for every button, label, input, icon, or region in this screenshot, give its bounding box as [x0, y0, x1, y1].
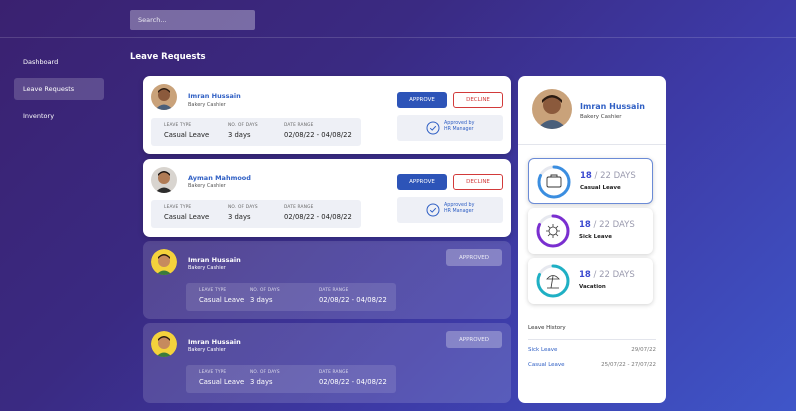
history-dates: 25/07/22 - 27/07/22 — [601, 362, 656, 368]
search-input[interactable] — [130, 10, 255, 30]
briefcase-icon — [546, 174, 562, 188]
employee-role: Bakery Cashier — [188, 183, 226, 189]
balance-type: Sick Leave — [579, 234, 612, 240]
progress-ring — [537, 165, 571, 199]
leave-request-card: Imran Hussain Bakery Cashier LEAVE TYPE … — [143, 76, 511, 154]
employee-name: Imran Hussain — [188, 338, 241, 346]
leave-type-label: LEAVE TYPE — [164, 205, 192, 210]
date-range-label: DATE RANGE — [284, 205, 314, 210]
days-value: 3 days — [228, 131, 251, 139]
balance-days: 18 / 22 DAYS — [579, 220, 635, 230]
balance-type: Vacation — [579, 284, 606, 290]
approved-by-text: Approved by HR Manager — [444, 203, 475, 214]
leave-type-label: LEAVE TYPE — [199, 288, 227, 293]
date-range-value: 02/08/22 - 04/08/22 — [284, 131, 352, 139]
leave-details: LEAVE TYPE NO. OF DAYS DATE RANGE Casual… — [186, 283, 396, 311]
profile-avatar — [532, 89, 572, 129]
divider — [528, 339, 656, 340]
approved-by-text: Approved by HR Manager — [444, 121, 475, 132]
leave-request-card: Ayman Mahmood Bakery Cashier LEAVE TYPE … — [143, 159, 511, 237]
leave-balance-casual[interactable]: 18 / 22 DAYS Casual Leave — [528, 158, 653, 204]
employee-role: Bakery Cashier — [188, 102, 226, 108]
beach-icon — [546, 275, 560, 289]
leave-history-title: Leave History — [528, 325, 566, 331]
sidebar: Dashboard Leave Requests Inventory — [14, 52, 104, 132]
leave-request-card: Imran Hussain Bakery Cashier LEAVE TYPE … — [143, 241, 511, 319]
check-circle-icon — [426, 121, 440, 135]
leave-type-value: Casual Leave — [199, 378, 245, 386]
leave-details: LEAVE TYPE NO. OF DAYS DATE RANGE Casual… — [151, 200, 361, 228]
date-range-label: DATE RANGE — [319, 288, 349, 293]
days-value: 3 days — [228, 213, 251, 221]
avatar — [151, 331, 177, 357]
date-range-value: 02/08/22 - 04/08/22 — [319, 296, 387, 304]
approved-button: APPROVED — [446, 331, 502, 348]
employee-role: Bakery Cashier — [188, 347, 226, 353]
balance-days: 18 / 22 DAYS — [580, 171, 636, 181]
decline-button[interactable]: DECLINE — [453, 174, 503, 190]
leave-details: LEAVE TYPE NO. OF DAYS DATE RANGE Casual… — [151, 118, 361, 146]
check-circle-icon — [426, 203, 440, 217]
avatar — [151, 167, 177, 193]
employee-name: Imran Hussain — [188, 92, 241, 100]
balance-type: Casual Leave — [580, 185, 621, 191]
decline-button[interactable]: DECLINE — [453, 92, 503, 108]
leave-type-value: Casual Leave — [199, 296, 245, 304]
days-label: NO. OF DAYS — [250, 370, 280, 375]
approve-button[interactable]: APPROVE — [397, 174, 447, 190]
date-range-value: 02/08/22 - 04/08/22 — [319, 378, 387, 386]
top-bar — [0, 0, 796, 38]
avatar — [151, 84, 177, 110]
leave-details: LEAVE TYPE NO. OF DAYS DATE RANGE Casual… — [186, 365, 396, 393]
date-range-label: DATE RANGE — [319, 370, 349, 375]
progress-ring — [536, 214, 570, 248]
employee-name: Ayman Mahmood — [188, 174, 251, 182]
sidebar-item-inventory[interactable]: Inventory — [14, 106, 104, 126]
sidebar-item-leave-requests[interactable]: Leave Requests — [14, 78, 104, 100]
sidebar-item-dashboard[interactable]: Dashboard — [14, 52, 104, 72]
date-range-label: DATE RANGE — [284, 123, 314, 128]
progress-ring — [536, 264, 570, 298]
employee-profile-panel: Imran Hussain Bakery Cashier 18 / 22 DAY… — [518, 76, 666, 403]
history-type: Casual Leave — [528, 362, 565, 368]
leave-type-label: LEAVE TYPE — [199, 370, 227, 375]
approved-by-status: Approved by HR Manager — [397, 115, 503, 141]
approved-by-status: Approved by HR Manager — [397, 197, 503, 223]
history-type: Sick Leave — [528, 347, 558, 353]
leave-request-card: Imran Hussain Bakery Cashier LEAVE TYPE … — [143, 323, 511, 403]
days-label: NO. OF DAYS — [228, 205, 258, 210]
approve-button[interactable]: APPROVE — [397, 92, 447, 108]
virus-icon — [546, 224, 560, 238]
leave-type-value: Casual Leave — [164, 131, 210, 139]
days-value: 3 days — [250, 296, 273, 304]
leave-type-label: LEAVE TYPE — [164, 123, 192, 128]
page-title: Leave Requests — [130, 52, 206, 62]
avatar — [151, 249, 177, 275]
approved-button: APPROVED — [446, 249, 502, 266]
profile-role: Bakery Cashier — [580, 114, 622, 120]
date-range-value: 02/08/22 - 04/08/22 — [284, 213, 352, 221]
history-dates: 29/07/22 — [631, 347, 656, 353]
profile-name: Imran Hussain — [580, 102, 645, 111]
days-label: NO. OF DAYS — [250, 288, 280, 293]
balance-days: 18 / 22 DAYS — [579, 270, 635, 280]
employee-role: Bakery Cashier — [188, 265, 226, 271]
leave-balance-sick[interactable]: 18 / 22 DAYS Sick Leave — [528, 208, 653, 254]
leave-balance-vacation[interactable]: 18 / 22 DAYS Vacation — [528, 258, 653, 304]
days-label: NO. OF DAYS — [228, 123, 258, 128]
days-value: 3 days — [250, 378, 273, 386]
divider — [518, 144, 666, 145]
employee-name: Imran Hussain — [188, 256, 241, 264]
leave-type-value: Casual Leave — [164, 213, 210, 221]
